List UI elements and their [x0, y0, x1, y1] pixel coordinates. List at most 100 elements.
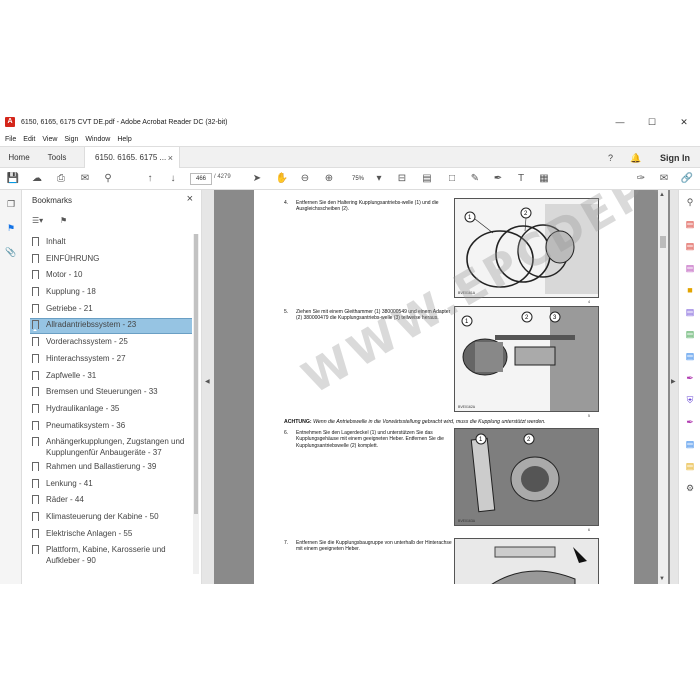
zoom-out-icon[interactable]: ⊖: [298, 172, 312, 186]
upload-cloud-icon[interactable]: ☁: [30, 172, 44, 186]
bookmark-item[interactable]: Rahmen und Ballastierung - 39: [30, 461, 192, 475]
bookmark-item[interactable]: Allradantriebssystem - 23: [30, 318, 192, 335]
compress-pdf-icon[interactable]: ▤: [684, 350, 696, 362]
menu-file[interactable]: File: [5, 136, 16, 143]
tab-home[interactable]: Home: [0, 147, 38, 169]
close-tab-icon[interactable]: ×: [168, 147, 173, 169]
hand-tool-icon[interactable]: ✋: [275, 172, 289, 186]
previous-page-icon[interactable]: ↑: [143, 172, 157, 186]
bookmark-item[interactable]: Vorderachssystem - 25: [30, 336, 192, 350]
notification-bell-icon[interactable]: 🔔: [630, 147, 644, 169]
chevron-down-icon[interactable]: ▾: [372, 172, 386, 186]
print-icon[interactable]: ⎙: [54, 172, 68, 186]
bookmark-scrollbar[interactable]: [193, 234, 199, 574]
comment-icon[interactable]: □: [445, 172, 459, 186]
bookmark-item[interactable]: Kupplung - 18: [30, 286, 192, 300]
close-window-button[interactable]: ✕: [668, 112, 700, 132]
bookmark-item[interactable]: Anhängerkupplungen, Zugstangen und Kuppl…: [30, 436, 192, 458]
draw-icon[interactable]: ✒: [491, 172, 505, 186]
bookmark-icon: [32, 303, 39, 315]
bookmark-item[interactable]: Pneumatiksystem - 36: [30, 420, 192, 434]
text-box-icon[interactable]: T: [514, 172, 528, 186]
bookmark-item[interactable]: EINFÜHRUNG: [30, 253, 192, 267]
share-link-icon[interactable]: 🔗: [680, 172, 694, 186]
bookmark-item[interactable]: Motor - 10: [30, 269, 192, 283]
bookmark-options-icon[interactable]: ☰▾: [32, 216, 43, 225]
bookmark-label: Plattform, Kabine, Karosserie und Aufkle…: [46, 545, 166, 566]
close-panel-icon[interactable]: ×: [187, 193, 193, 205]
bookmark-item[interactable]: Elektrische Anlagen - 55: [30, 528, 192, 542]
tab-tools[interactable]: Tools: [38, 147, 76, 169]
select-cursor-icon[interactable]: ➤: [250, 172, 264, 186]
bookmark-item[interactable]: Hydraulikanlage - 35: [30, 403, 192, 417]
bookmark-item[interactable]: Hinterachssystem - 27: [30, 353, 192, 367]
zoom-tool-icon[interactable]: ⚲: [684, 196, 696, 208]
sign-in-button[interactable]: Sign In: [660, 147, 690, 169]
bookmark-item[interactable]: Zapfwelle - 31: [30, 370, 192, 384]
organize-pages-icon[interactable]: ▤: [684, 328, 696, 340]
next-page-icon[interactable]: ↓: [166, 172, 180, 186]
bookmark-icon: [32, 337, 39, 349]
bookmark-label: Rahmen und Ballastierung - 39: [46, 461, 157, 471]
email-icon[interactable]: ✉: [78, 172, 92, 186]
chevron-left-icon[interactable]: ◀: [205, 378, 210, 385]
tab-document[interactable]: 6150. 6165. 6175 ... ×: [84, 147, 180, 169]
bookmark-item[interactable]: Inhalt: [30, 236, 192, 250]
protect-icon[interactable]: ⛨: [684, 394, 696, 406]
search-icon[interactable]: ⚲: [101, 172, 115, 186]
document-scroll-thumb[interactable]: [660, 236, 666, 248]
bookmark-item[interactable]: Räder - 44: [30, 494, 192, 508]
figure-retaining-ring: 1 2 BVE0161A: [454, 198, 599, 298]
prepare-form-icon[interactable]: ▤: [684, 438, 696, 450]
zoom-level[interactable]: 75%: [345, 173, 371, 185]
bookmark-item[interactable]: Klimasteuerung der Kabine - 50: [30, 511, 192, 525]
export-pdf-icon[interactable]: ▤: [684, 218, 696, 230]
bookmark-item[interactable]: Bremsen und Steuerungen - 33: [30, 386, 192, 400]
create-pdf-icon[interactable]: ▤: [684, 240, 696, 252]
figure-ref: 5: [588, 414, 590, 418]
save-icon[interactable]: 💾: [6, 172, 20, 186]
page-number-input[interactable]: 466: [190, 173, 212, 185]
scroll-up-icon[interactable]: ▲: [659, 192, 665, 198]
help-icon[interactable]: ?: [608, 147, 622, 169]
menu-help[interactable]: Help: [117, 136, 131, 143]
sign-pen-icon[interactable]: ✑: [634, 172, 648, 186]
bookmark-scroll-thumb[interactable]: [194, 234, 198, 514]
bookmark-icon: [32, 545, 39, 557]
bookmark-item[interactable]: Lenkung - 41: [30, 478, 192, 492]
chevron-right-icon[interactable]: ▶: [671, 378, 676, 385]
bookmark-label: Anhängerkupplungen, Zugstangen und Kuppl…: [46, 437, 185, 458]
highlight-icon[interactable]: ✎: [468, 172, 482, 186]
minimize-button[interactable]: —: [604, 112, 636, 132]
send-for-signature-icon[interactable]: ✒: [684, 416, 696, 428]
collapse-left-panel-handle[interactable]: ◀: [202, 190, 214, 584]
share-email-icon[interactable]: ✉: [657, 172, 671, 186]
document-viewport[interactable]: 4. Entfernen Sie den Haltering Kupplungs…: [214, 190, 670, 584]
scroll-down-icon[interactable]: ▼: [659, 576, 665, 582]
edit-pdf-icon[interactable]: ▤: [684, 262, 696, 274]
page-display-icon[interactable]: ▤: [420, 172, 434, 186]
more-tools-icon[interactable]: ⚙: [684, 482, 696, 494]
bookmark-item[interactable]: Getriebe - 21: [30, 303, 192, 317]
menu-edit[interactable]: Edit: [23, 136, 35, 143]
comment-tool-icon[interactable]: ■: [684, 284, 696, 296]
collapse-right-panel-handle[interactable]: ▶: [670, 190, 678, 584]
bookmark-item[interactable]: Plattform, Kabine, Karosserie und Aufkle…: [30, 544, 192, 566]
document-scrollbar[interactable]: ▲ ▼: [658, 190, 668, 584]
stamp-tool-icon[interactable]: ▤: [684, 460, 696, 472]
figure-bearing-cover: 1 2 BVE0163A: [454, 428, 599, 526]
bookmark-label: Allradantriebssystem - 23: [46, 320, 137, 330]
stamp-icon[interactable]: ▦: [537, 172, 551, 186]
menu-view[interactable]: View: [42, 136, 57, 143]
menu-window[interactable]: Window: [85, 136, 110, 143]
bookmark-panel-icon[interactable]: ⚑: [5, 222, 17, 234]
attachments-icon[interactable]: 📎: [5, 246, 17, 258]
find-bookmark-icon[interactable]: ⚑: [60, 216, 67, 225]
zoom-in-icon[interactable]: ⊕: [322, 172, 336, 186]
page-thumbnails-icon[interactable]: ❐: [5, 198, 17, 210]
maximize-button[interactable]: ☐: [636, 112, 668, 132]
fill-sign-icon[interactable]: ✒: [684, 372, 696, 384]
menu-sign[interactable]: Sign: [64, 136, 78, 143]
fit-page-icon[interactable]: ⊟: [395, 172, 409, 186]
combine-files-icon[interactable]: ▤: [684, 306, 696, 318]
